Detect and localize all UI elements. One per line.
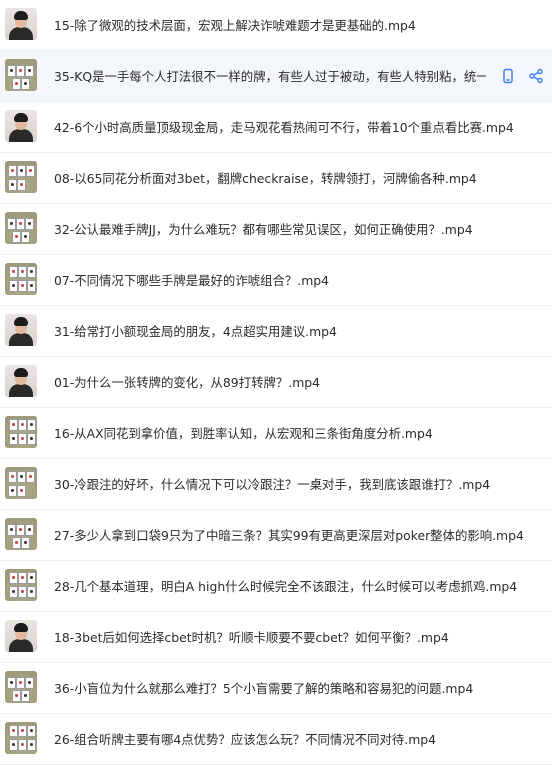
list-item[interactable]: 16-从AX同花到拿价值，到胜率认知，从宏观和三条街角度分析.mp4 (0, 408, 552, 459)
video-title: 36-小盲位为什么就那么难打？5个小盲需要了解的策略和容易犯的问题.mp4 (54, 681, 474, 696)
video-title: 07-不同情况下哪些手牌是最好的诈唬组合？.mp4 (54, 273, 330, 288)
video-title: 30-冷跟注的好坏，什么情况下可以冷跟注？一桌对手，我到底该跟谁打？.mp4 (54, 477, 491, 492)
row-actions (500, 51, 544, 101)
video-thumbnail (5, 722, 37, 754)
video-thumbnail (5, 620, 37, 652)
video-thumbnail (5, 212, 37, 244)
video-thumbnail (5, 365, 37, 397)
video-title: 31-给常打小额现金局的朋友，4点超实用建议.mp4 (54, 324, 337, 339)
phone-icon[interactable] (500, 68, 516, 84)
video-title: 27-多少人拿到口袋9只为了中暗三条？其实99有更高更深层对poker整体的影响… (54, 528, 524, 543)
video-title: 16-从AX同花到拿价值，到胜率认知，从宏观和三条街角度分析.mp4 (54, 426, 433, 441)
share-icon[interactable] (528, 68, 544, 84)
list-item[interactable]: 36-小盲位为什么就那么难打？5个小盲需要了解的策略和容易犯的问题.mp4 (0, 663, 552, 714)
list-item[interactable]: 08-以65同花分析面对3bet，翻牌checkraise，转牌领打，河牌偷各种… (0, 153, 552, 204)
video-title: 42-6个小时高质量顶级现金局，走马观花看热闹可不行，带着10个重点看比赛.mp… (54, 120, 514, 135)
video-thumbnail (5, 467, 37, 499)
list-item[interactable]: 28-几个基本道理，明白A high什么时候完全不该跟注，什么时候可以考虑抓鸡.… (0, 561, 552, 612)
list-item[interactable]: 15-除了微观的技术层面，宏观上解决诈唬难题才是更基础的.mp4 (0, 0, 552, 51)
video-file-list: 15-除了微观的技术层面，宏观上解决诈唬难题才是更基础的.mp4 35-KQ是一手… (0, 0, 552, 765)
video-thumbnail (5, 59, 37, 91)
video-title: 01-为什么一张转牌的变化，从89打转牌？.mp4 (54, 375, 321, 390)
list-item[interactable]: 26-组合听牌主要有哪4点优势？应该怎么玩？不同情况不同对待.mp4 (0, 714, 552, 765)
video-title: 32-公认最难手牌JJ，为什么难玩？都有哪些常见误区，如何正确使用？.mp4 (54, 222, 473, 237)
video-thumbnail (5, 8, 37, 40)
video-thumbnail (5, 161, 37, 193)
video-thumbnail (5, 263, 37, 295)
video-thumbnail (5, 569, 37, 601)
video-title: 08-以65同花分析面对3bet，翻牌checkraise，转牌领打，河牌偷各种… (54, 171, 477, 186)
list-item[interactable]: 01-为什么一张转牌的变化，从89打转牌？.mp4 (0, 357, 552, 408)
list-item[interactable]: 31-给常打小额现金局的朋友，4点超实用建议.mp4 (0, 306, 552, 357)
video-thumbnail (5, 416, 37, 448)
video-thumbnail (5, 671, 37, 703)
video-title: 15-除了微观的技术层面，宏观上解决诈唬难题才是更基础的.mp4 (54, 18, 416, 33)
video-title: 28-几个基本道理，明白A high什么时候完全不该跟注，什么时候可以考虑抓鸡.… (54, 579, 518, 594)
list-item[interactable]: 42-6个小时高质量顶级现金局，走马观花看热闹可不行，带着10个重点看比赛.mp… (0, 102, 552, 153)
list-item[interactable]: 07-不同情况下哪些手牌是最好的诈唬组合？.mp4 (0, 255, 552, 306)
video-thumbnail (5, 314, 37, 346)
list-item[interactable]: 32-公认最难手牌JJ，为什么难玩？都有哪些常见误区，如何正确使用？.mp4 (0, 204, 552, 255)
list-item[interactable]: 18-3bet后如何选择cbet时机？听顺卡顺要不要cbet？如何平衡？.mp4 (0, 612, 552, 663)
list-item[interactable]: 27-多少人拿到口袋9只为了中暗三条？其实99有更高更深层对poker整体的影响… (0, 510, 552, 561)
video-title: 18-3bet后如何选择cbet时机？听顺卡顺要不要cbet？如何平衡？.mp4 (54, 630, 449, 645)
list-item[interactable]: 35-KQ是一手每个人打法很不一样的牌，有些人过于被动，有些人特别粘，统一... (0, 51, 552, 102)
video-thumbnail (5, 110, 37, 142)
video-title: 35-KQ是一手每个人打法很不一样的牌，有些人过于被动，有些人特别粘，统一... (54, 69, 486, 84)
video-thumbnail (5, 518, 37, 550)
list-item[interactable]: 30-冷跟注的好坏，什么情况下可以冷跟注？一桌对手，我到底该跟谁打？.mp4 (0, 459, 552, 510)
